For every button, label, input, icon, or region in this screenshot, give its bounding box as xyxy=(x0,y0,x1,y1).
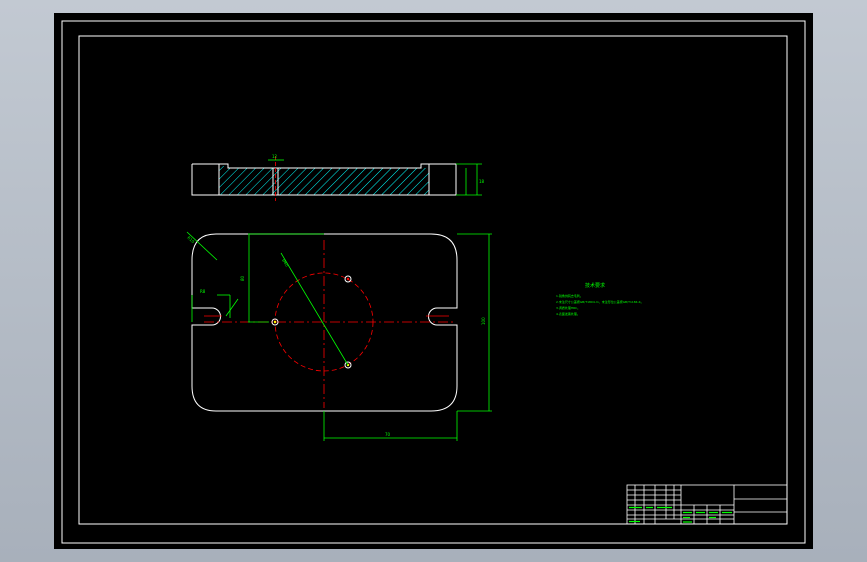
drawing-canvas: 12 18 Ø60 80 R8 R10 100 70 技术要求 1.锐角倒钝去毛… xyxy=(61,20,806,544)
tech-req-line-2: 2.未注尺寸公差按GB/T1804-m，未注形位公差按GB/T1184-K。 xyxy=(556,299,644,304)
tech-req-line-4: 4.表面发黑处理。 xyxy=(556,311,580,316)
plan-view: Ø60 80 R8 R10 100 70 xyxy=(186,231,492,441)
dim-thk-label: 18 xyxy=(479,179,485,184)
cad-viewport[interactable]: 12 18 Ø60 80 R8 R10 100 70 技术要求 1.锐角倒钝去毛… xyxy=(54,13,813,549)
tech-req-line-3: 3.调质处理HRC。 xyxy=(556,305,580,310)
dim-right-label: 100 xyxy=(481,317,486,325)
slot-radius-leader xyxy=(225,298,239,317)
slot-radius-label: R8 xyxy=(200,289,206,294)
side-section-view: 12 18 xyxy=(191,154,485,201)
section-hatch-left xyxy=(219,166,228,168)
sheet-outer-border xyxy=(61,20,806,544)
tech-req-title: 技术要求 xyxy=(585,282,605,289)
bolt-hole-top-dot xyxy=(346,277,350,281)
sheet-inner-border xyxy=(78,35,788,525)
corner-radius-label: R10 xyxy=(186,235,196,244)
dim-bottom-label: 70 xyxy=(385,432,391,437)
tech-req-line-1: 1.锐角倒钝去毛刺。 xyxy=(556,293,583,298)
dim-left-label: 80 xyxy=(240,275,245,281)
bolt-hole-left-dot xyxy=(273,320,277,324)
tech-requirements: 技术要求 1.锐角倒钝去毛刺。 2.未注尺寸公差按GB/T1804-m，未注形位… xyxy=(556,282,644,316)
section-hatch-main xyxy=(219,168,429,195)
dim-top-slot-label: 12 xyxy=(272,154,278,159)
title-block xyxy=(626,484,788,525)
plate-outline xyxy=(191,233,458,412)
pcd-leader xyxy=(280,252,349,366)
